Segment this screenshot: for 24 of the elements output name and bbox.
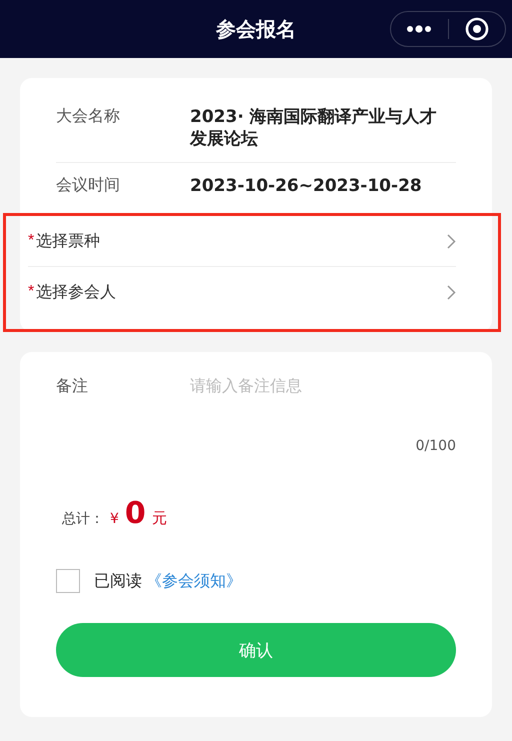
chevron-right-icon [447,234,456,248]
select-row[interactable]: *选择票种 [28,216,456,267]
field-value: 2023· 海南国际翻译产业与人才发展论坛 [190,106,438,150]
agree-text: 已阅读 [94,570,142,592]
select-row[interactable]: *选择参会人 [28,267,456,317]
remark-label: 备注 [56,376,89,397]
currency-unit: 元 [152,509,167,528]
more-icon[interactable] [406,25,432,33]
notice-link[interactable]: 《参会须知》 [146,570,242,592]
field-value: 2023-10-26~2023-10-28 [190,175,422,197]
field-label: 大会名称 [56,106,121,127]
currency-symbol: ¥ [110,511,119,527]
page-title: 参会报名 [216,16,296,42]
char-counter: 0/100 [414,438,456,454]
select-label: 选择票种 [36,230,100,252]
agree-checkbox[interactable] [56,569,80,593]
chevron-right-icon [447,284,456,300]
required-mark: * [28,283,34,301]
select-label: 选择参会人 [36,282,116,302]
total-label: 总计： [62,510,104,528]
field-label: 会议时间 [56,175,121,196]
total-amount: 0 [124,496,146,531]
required-mark: * [28,232,34,250]
close-icon[interactable] [464,17,489,41]
